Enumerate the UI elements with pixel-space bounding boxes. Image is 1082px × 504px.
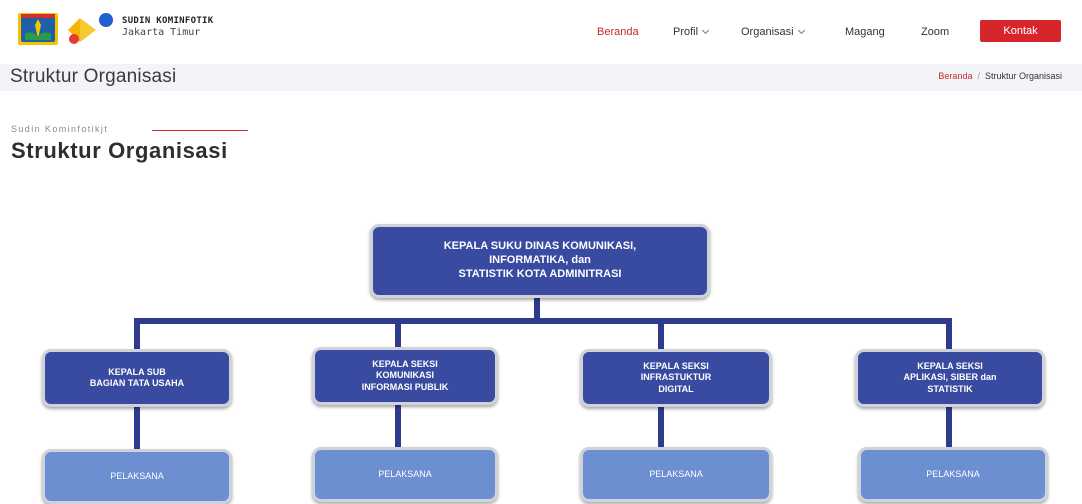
org-unit-label: KEPALA SEKSI KOMUNIKASI INFORMASI PUBLIK [361,359,449,392]
org-staff-box: PELAKSANA [312,447,498,502]
org-staff-label: PELAKSANA [110,470,164,481]
nav-profil-label: Profil [673,26,699,38]
nav-profil[interactable]: Profil [673,22,710,42]
org-unit-label: KEPALA SEKSI APLIKASI, SIBER dan STATIST… [903,361,997,394]
breadcrumb-separator: / [977,71,980,81]
org-staff-label: PELAKSANA [378,468,432,479]
main-nav: Beranda Profil Organisasi Magang Zoom [0,22,1082,42]
org-unit-box: KEPALA SEKSI KOMUNIKASI INFORMASI PUBLIK [312,347,498,405]
breadcrumb-current: Struktur Organisasi [984,71,1062,81]
section-title: Struktur Organisasi [11,138,228,163]
org-staff-label: PELAKSANA [649,468,703,479]
chevron-down-icon [797,26,805,35]
page-title: Struktur Organisasi [10,66,177,87]
breadcrumb-home-link[interactable]: Beranda [938,71,972,81]
site-header: SUDIN KOMINFOTIK Jakarta Timur Beranda P… [0,0,1082,64]
breadcrumb: Beranda / Struktur Organisasi [938,71,1062,81]
org-unit-box: KEPALA SEKSI APLIKASI, SIBER dan STATIST… [855,349,1045,407]
nav-beranda[interactable]: Beranda [597,22,639,42]
org-head-label: KEPALA SUKU DINAS KOMUNIKASI, INFORMATIK… [443,240,637,280]
org-unit-label: KEPALA SEKSI INFRASTUKTUR DIGITAL [640,361,712,394]
kontak-button[interactable]: Kontak [980,20,1061,42]
org-staff-box: PELAKSANA [858,447,1048,502]
nav-magang[interactable]: Magang [845,22,885,42]
connector-staff-1 [134,402,140,454]
chevron-down-icon [702,26,710,35]
org-staff-label: PELAKSANA [926,468,980,479]
org-staff-box: PELAKSANA [580,447,772,502]
page-titlebar: Struktur Organisasi Beranda / Struktur Org… [0,64,1082,91]
org-unit-label: KEPALA SUB BAGIAN TATA USAHA [89,366,185,388]
org-head-box: KEPALA SUKU DINAS KOMUNIKASI, INFORMATIK… [370,224,710,298]
connector-horizontal [134,318,952,324]
nav-zoom[interactable]: Zoom [921,22,949,42]
section-divider [152,130,248,131]
section-subtitle: Sudin Kominfotikjt [11,124,109,134]
nav-organisasi-label: Organisasi [741,26,794,38]
org-staff-box: PELAKSANA [42,449,232,504]
nav-organisasi[interactable]: Organisasi [741,22,805,42]
org-unit-box: KEPALA SUB BAGIAN TATA USAHA [42,349,232,407]
org-unit-box: KEPALA SEKSI INFRASTUKTUR DIGITAL [580,349,772,407]
